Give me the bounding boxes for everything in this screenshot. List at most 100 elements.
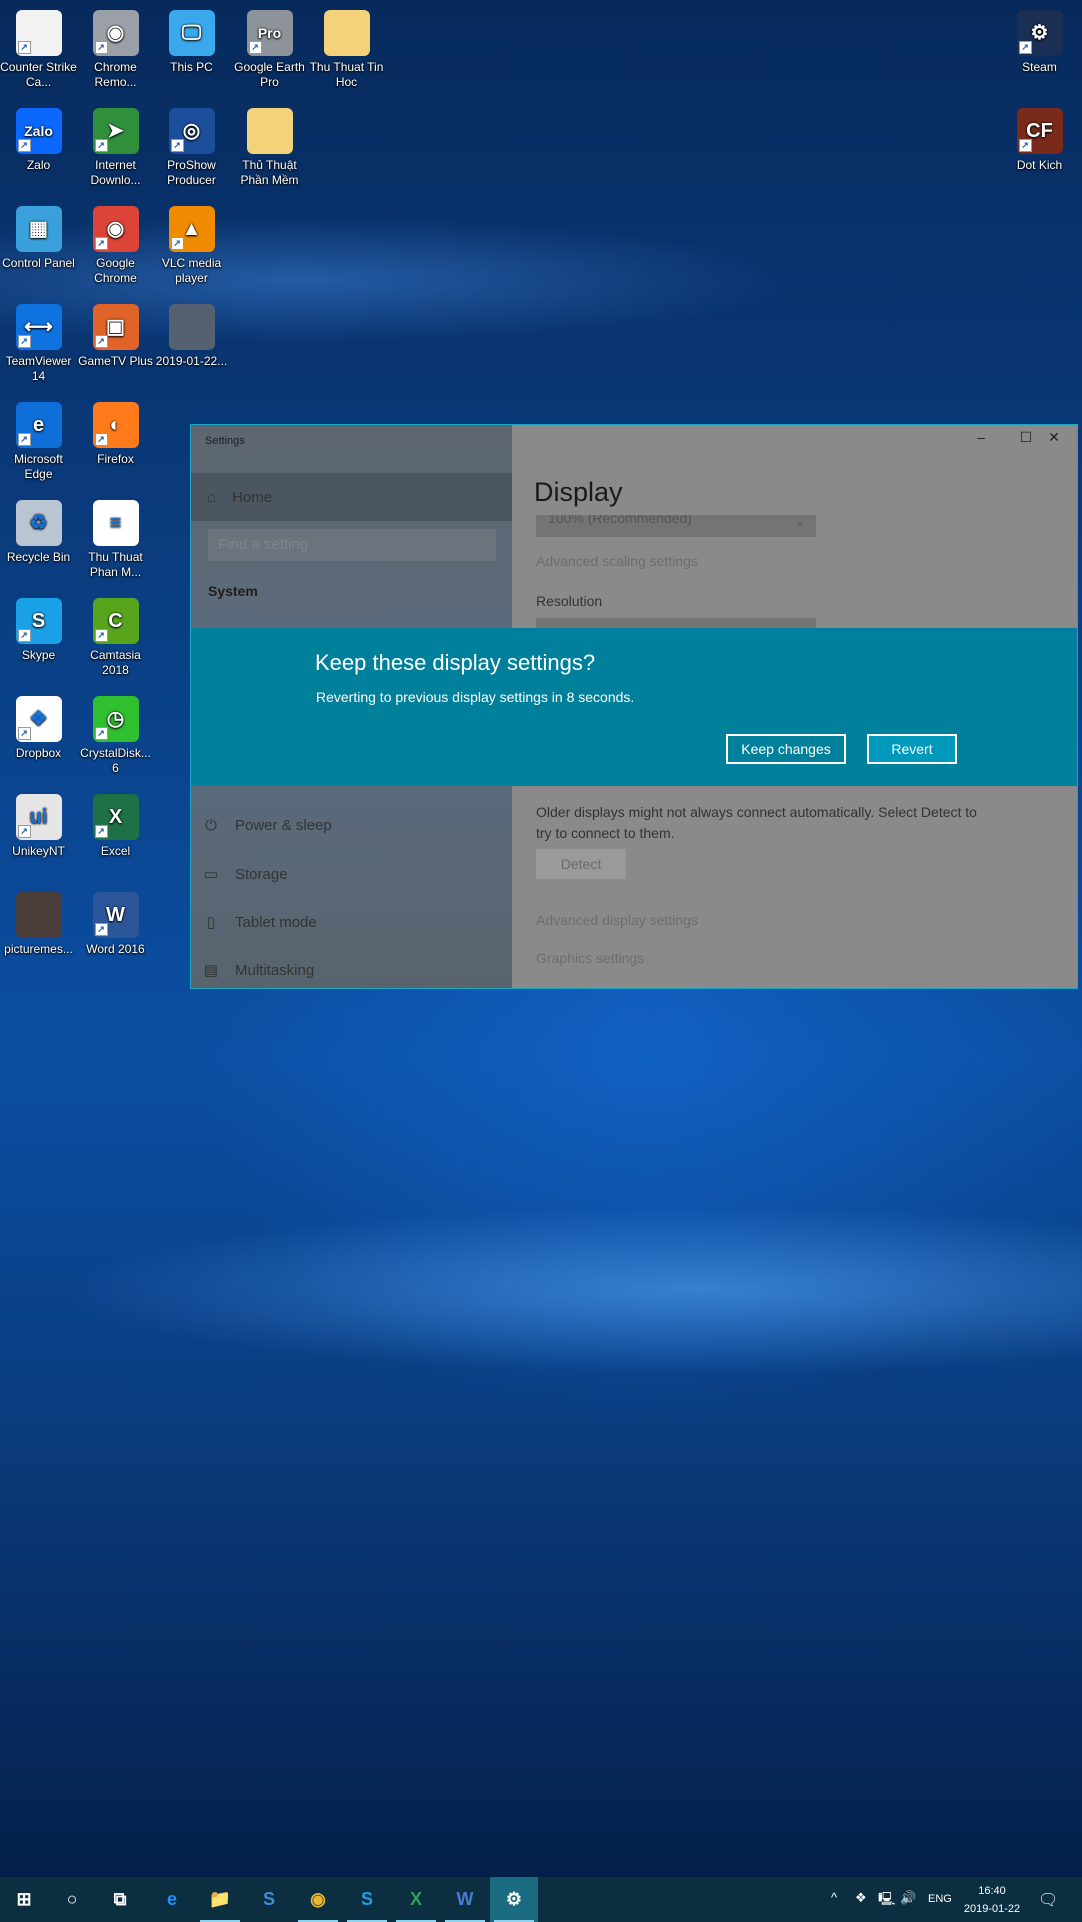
desktop-icon[interactable]: ➤ ↗ Internet Downlo... [77,108,154,188]
power-icon: ⏻ [205,817,217,834]
taskbar-settings-button[interactable]: ⚙ [490,1877,538,1922]
desktop-icon[interactable]: Pro ↗ Google Earth Pro [231,10,308,90]
desktop-icon[interactable]: X ↗ Excel [77,794,154,859]
document-icon: ≡ [92,500,139,546]
desktop-icon[interactable]: W ↗ Word 2016 [77,892,154,957]
desktop-icon[interactable]: ▲ ↗ VLC media player [153,206,230,286]
desktop-icon-label: TeamViewer 14 [5,354,72,383]
graphics-settings-link[interactable]: Graphics settings [536,950,644,966]
edge-icon: e [166,1889,177,1909]
shortcut-arrow-icon: ↗ [94,41,108,54]
shortcut-arrow-icon: ↗ [17,335,31,348]
shortcut-arrow-icon: ↗ [1018,41,1032,54]
sidebar-item-power-sleep[interactable]: ⏻ Power & sleep [203,817,332,834]
taskbar-edge-button[interactable]: e [148,1877,196,1922]
desktop-icon[interactable]: ◉ ↗ Chrome Remo... [77,10,154,90]
taskbar-app-s-button[interactable]: S [245,1877,293,1922]
clock[interactable]: 16:40 2019-01-22 [962,1882,1022,1918]
network-icon[interactable]: 🖳 [878,1890,895,1912]
desktop-icon[interactable]: ▦ Control Panel [0,206,77,271]
desktop-icon[interactable]: ◷ ↗ CrystalDisk... 6 [77,696,154,776]
shortcut-arrow-icon: ↗ [17,727,31,740]
desktop-icon[interactable]: ⚙ ↗ Steam [1001,10,1078,75]
skype-icon: S ↗ [15,598,62,644]
search-input[interactable]: Find a setting ⌕ [208,529,496,561]
desktop-icon[interactable]: ◎ ↗ ProShow Producer [153,108,230,188]
desktop-icon-label: Zalo [26,158,51,172]
desktop-icon[interactable]: ⟷ ↗ TeamViewer 14 [0,304,77,384]
shortcut-arrow-icon: ↗ [170,139,184,152]
search-icon: ⌕ [477,535,486,552]
desktop-icon[interactable]: e ↗ Microsoft Edge [0,402,77,482]
desktop-icon-label: GameTV Plus [78,354,153,368]
dropbox-tray-icon[interactable]: ❖ [855,1890,867,1906]
chrome-icon: ◉ ↗ [92,206,139,252]
sidebar-item-tablet-mode[interactable]: ▯ Tablet mode [203,913,317,932]
sidebar-item-multitasking[interactable]: ▤ Multitasking [203,961,314,980]
desktop-icon[interactable]: ◐ ↗ Firefox [77,402,154,467]
desktop-icon[interactable]: picturemes... [0,892,77,957]
word-icon: W [456,1889,474,1909]
keep-changes-button[interactable]: Keep changes [726,734,846,764]
chrome-remote-icon: ◉ ↗ [92,10,139,56]
notification-center-icon[interactable]: 🗨 [1038,1890,1058,1910]
desktop-icon[interactable]: 🖵 This PC [153,10,230,75]
desktop-icon-label: Thu Thuat Tin Hoc [309,60,384,89]
control-panel-icon: ▦ [15,206,62,252]
sidebar-item-home[interactable]: ⌂ Home [191,473,512,521]
advanced-scaling-link[interactable]: Advanced scaling settings [536,553,698,569]
desktop-icon[interactable]: ▣ ↗ GameTV Plus [77,304,154,369]
desktop-icon[interactable]: 2019-01-22... [153,304,230,369]
taskbar-start-button[interactable]: ⊞ [0,1877,48,1922]
image-thumbnail-icon [15,892,62,938]
taskbar-skype-button[interactable]: S [343,1877,391,1922]
taskbar-chrome-button[interactable]: ◉ [294,1877,342,1922]
close-button[interactable]: ✕ [1034,429,1074,446]
windows-start-icon: ⊞ [16,1889,32,1909]
desktop-icon[interactable]: C ↗ Camtasia 2018 [77,598,154,678]
revert-button[interactable]: Revert [867,734,957,764]
desktop-icon[interactable]: ≡ Thu Thuat Phan M... [77,500,154,580]
language-indicator[interactable]: ENG [928,1893,952,1905]
advanced-display-link[interactable]: Advanced display settings [536,912,698,928]
desktop-icon[interactable]: S ↗ Skype [0,598,77,663]
desktop-icon-label: Camtasia 2018 [90,648,141,677]
chevron-down-icon: ⌄ [794,515,806,529]
desktop-icon[interactable]: ◉ ↗ Google Chrome [77,206,154,286]
desktop-icon[interactable]: ui ↗ UnikeyNT [0,794,77,859]
scale-dropdown[interactable]: 100% (Recommended) ⌄ [536,515,816,537]
taskbar-word-button[interactable]: W [441,1877,489,1922]
taskbar-excel-button[interactable]: X [392,1877,440,1922]
shortcut-arrow-icon: ↗ [94,433,108,446]
section-heading: System [208,583,258,599]
window-title: Settings [205,435,245,447]
minimize-button[interactable]: – [961,429,1001,445]
vlc-icon: ▲ ↗ [168,206,215,252]
taskbar-task-view-button[interactable]: ⧉ [96,1877,144,1922]
dialog-title: Keep these display settings? [315,650,596,675]
excel-icon: X ↗ [92,794,139,840]
desktop-icon-label: Control Panel [2,256,75,270]
desktop-icon[interactable]: Thủ Thuật Phần Mềm [231,108,308,188]
shortcut-arrow-icon: ↗ [94,825,108,838]
file-icon: ↗ [15,10,62,56]
desktop-icon[interactable]: Zalo ↗ Zalo [0,108,77,173]
desktop-icon[interactable]: Thu Thuat Tin Hoc [308,10,385,90]
desktop-icon[interactable]: ♻ Recycle Bin [0,500,77,565]
desktop-icon[interactable]: CF ↗ Dot Kich [1001,108,1078,173]
storage-icon: ▭ [203,866,219,883]
dialog-message: Reverting to previous display settings i… [316,689,635,705]
desktop-icon[interactable]: ❖ ↗ Dropbox [0,696,77,761]
volume-icon[interactable]: 🔊 [900,1890,916,1906]
detect-button[interactable]: Detect [536,849,626,879]
settings-gear-icon: ⚙ [505,1889,523,1909]
skype-icon: S [360,1889,373,1909]
sidebar-item-storage[interactable]: ▭ Storage [203,865,288,884]
show-hidden-icons-button[interactable]: ^ [831,1890,837,1905]
desktop-icon[interactable]: ↗ Counter Strike Ca... [0,10,77,90]
dropbox-icon: ❖ ↗ [15,696,62,742]
taskbar-file-explorer-button[interactable]: 📁 [196,1877,244,1922]
crystaldisk-icon: ◷ ↗ [92,696,139,742]
desktop-icon-label: CrystalDisk... 6 [80,746,151,775]
taskbar-cortana-button[interactable]: ○ [48,1877,96,1922]
